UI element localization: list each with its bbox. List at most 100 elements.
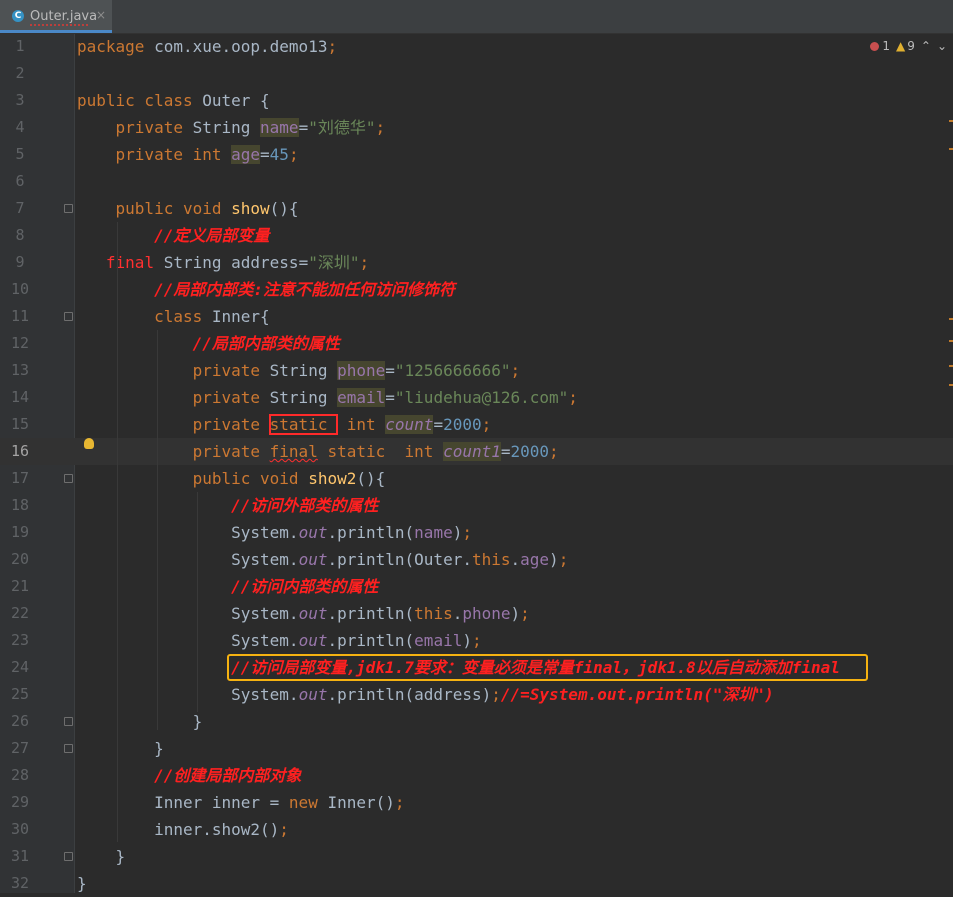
code-line[interactable]: 4 private String name="刘德华"; <box>0 114 953 141</box>
code-line[interactable]: 26 } <box>0 708 953 735</box>
code-text[interactable]: //访问内部类的属性 <box>77 573 378 600</box>
previous-highlight-icon[interactable]: ⌃ <box>921 39 931 53</box>
code-line[interactable]: 30 inner.show2(); <box>0 816 953 843</box>
code-line[interactable]: 18 //访问外部类的属性 <box>0 492 953 519</box>
code-text[interactable]: final String address="深圳"; <box>77 249 369 276</box>
line-number[interactable]: 6 <box>0 168 40 195</box>
scroll-marker[interactable] <box>949 384 953 386</box>
code-text[interactable]: private static int count=2000; <box>77 411 491 438</box>
code-line[interactable]: 2 <box>0 60 953 87</box>
fold-icon[interactable] <box>64 717 73 726</box>
code-line[interactable]: 22 System.out.println(this.phone); <box>0 600 953 627</box>
fold-icon[interactable] <box>64 312 73 321</box>
error-count[interactable]: 1 <box>870 39 890 53</box>
code-line[interactable]: 10 //局部内部类:注意不能加任何访问修饰符 <box>0 276 953 303</box>
code-text[interactable]: private String email="liudehua@126.com"; <box>77 384 578 411</box>
line-number[interactable]: 5 <box>0 141 40 168</box>
code-text[interactable]: private String phone="1256666666"; <box>77 357 520 384</box>
line-number[interactable]: 19 <box>0 519 40 546</box>
scroll-marker[interactable] <box>949 365 953 367</box>
line-number[interactable]: 28 <box>0 762 40 789</box>
code-line[interactable]: 12 //局部内部类的属性 <box>0 330 953 357</box>
code-line[interactable]: 8 //定义局部变量 <box>0 222 953 249</box>
code-line[interactable]: 17 public void show2(){ <box>0 465 953 492</box>
line-number[interactable]: 26 <box>0 708 40 735</box>
line-number[interactable]: 17 <box>0 465 40 492</box>
inspection-status[interactable]: 1 ▲ 9 ⌃ ⌄ <box>870 37 947 55</box>
scroll-marker[interactable] <box>949 340 953 342</box>
code-text[interactable]: public void show(){ <box>77 195 299 222</box>
code-line[interactable]: 21 //访问内部类的属性 <box>0 573 953 600</box>
line-number[interactable]: 3 <box>0 87 40 114</box>
code-text[interactable]: public void show2(){ <box>77 465 386 492</box>
fold-icon[interactable] <box>64 744 73 753</box>
code-line[interactable]: 19 System.out.println(name); <box>0 519 953 546</box>
line-number[interactable]: 20 <box>0 546 40 573</box>
warning-count[interactable]: ▲ 9 <box>896 39 915 53</box>
line-number[interactable]: 9 <box>0 249 40 276</box>
code-line[interactable]: 1 package com.xue.oop.demo13; <box>0 33 953 60</box>
line-number[interactable]: 24 <box>0 654 40 681</box>
code-line[interactable]: 5 private int age=45; <box>0 141 953 168</box>
line-number[interactable]: 29 <box>0 789 40 816</box>
lightbulb-icon[interactable] <box>84 438 94 449</box>
code-line[interactable]: 31 } <box>0 843 953 870</box>
code-line[interactable]: 3 public class Outer { <box>0 87 953 114</box>
code-text[interactable]: inner.show2(); <box>77 816 289 843</box>
code-editor[interactable]: 1 package com.xue.oop.demo13; 2 3 public cla… <box>0 33 953 893</box>
line-number[interactable]: 22 <box>0 600 40 627</box>
line-number[interactable]: 13 <box>0 357 40 384</box>
code-line[interactable]: 15 private static int count=2000; <box>0 411 953 438</box>
code-text[interactable]: Inner inner = new Inner(); <box>77 789 404 816</box>
code-text[interactable]: } <box>77 735 164 762</box>
scroll-marker[interactable] <box>949 318 953 320</box>
code-line[interactable]: 23 System.out.println(email); <box>0 627 953 654</box>
scroll-marker[interactable] <box>949 120 953 122</box>
line-number[interactable]: 12 <box>0 330 40 357</box>
line-number[interactable]: 15 <box>0 411 40 438</box>
fold-icon[interactable] <box>64 204 73 213</box>
code-text[interactable]: //访问外部类的属性 <box>77 492 378 519</box>
code-line[interactable]: 13 private String phone="1256666666"; <box>0 357 953 384</box>
code-line[interactable]: 20 System.out.println(Outer.this.age); <box>0 546 953 573</box>
line-number[interactable]: 30 <box>0 816 40 843</box>
code-line[interactable]: 25 System.out.println(address);//=System… <box>0 681 953 708</box>
line-number[interactable]: 21 <box>0 573 40 600</box>
line-number[interactable]: 4 <box>0 114 40 141</box>
code-text[interactable]: private int age=45; <box>77 141 299 168</box>
line-number[interactable]: 10 <box>0 276 40 303</box>
code-text[interactable]: System.out.println(email); <box>77 627 482 654</box>
code-line[interactable]: 14 private String email="liudehua@126.co… <box>0 384 953 411</box>
line-number[interactable]: 11 <box>0 303 40 330</box>
close-icon[interactable]: × <box>96 8 106 22</box>
code-text[interactable]: System.out.println(this.phone); <box>77 600 530 627</box>
code-text[interactable]: public class Outer { <box>77 87 270 114</box>
code-text[interactable]: private final static int count1=2000; <box>77 438 559 465</box>
code-line[interactable]: 9 final String address="深圳"; <box>0 249 953 276</box>
code-text[interactable]: } <box>77 843 126 870</box>
fold-icon[interactable] <box>64 474 73 483</box>
code-text[interactable]: System.out.println(name); <box>77 519 472 546</box>
line-number[interactable]: 25 <box>0 681 40 708</box>
code-text[interactable]: package com.xue.oop.demo13; <box>77 33 337 60</box>
code-text[interactable]: class Inner{ <box>77 303 270 330</box>
code-line[interactable]: 27 } <box>0 735 953 762</box>
scroll-marker[interactable] <box>949 148 953 150</box>
next-highlight-icon[interactable]: ⌄ <box>937 39 947 53</box>
code-line[interactable]: 28 //创建局部内部对象 <box>0 762 953 789</box>
code-line[interactable]: 29 Inner inner = new Inner(); <box>0 789 953 816</box>
code-text[interactable]: System.out.println(address);//=System.ou… <box>77 681 774 708</box>
line-number[interactable]: 18 <box>0 492 40 519</box>
line-number[interactable]: 7 <box>0 195 40 222</box>
line-number[interactable]: 2 <box>0 60 40 87</box>
code-line[interactable]: 16 private final static int count1=2000; <box>0 438 953 465</box>
code-text[interactable]: //定义局部变量 <box>77 222 269 249</box>
fold-icon[interactable] <box>64 852 73 861</box>
code-text[interactable]: //局部内部类:注意不能加任何访问修饰符 <box>77 276 455 303</box>
line-number[interactable]: 23 <box>0 627 40 654</box>
code-text[interactable]: System.out.println(Outer.this.age); <box>77 546 568 573</box>
code-text[interactable]: } <box>77 708 203 735</box>
line-number[interactable]: 14 <box>0 384 40 411</box>
line-number[interactable]: 16 <box>0 438 40 465</box>
code-line[interactable]: 7 public void show(){ <box>0 195 953 222</box>
